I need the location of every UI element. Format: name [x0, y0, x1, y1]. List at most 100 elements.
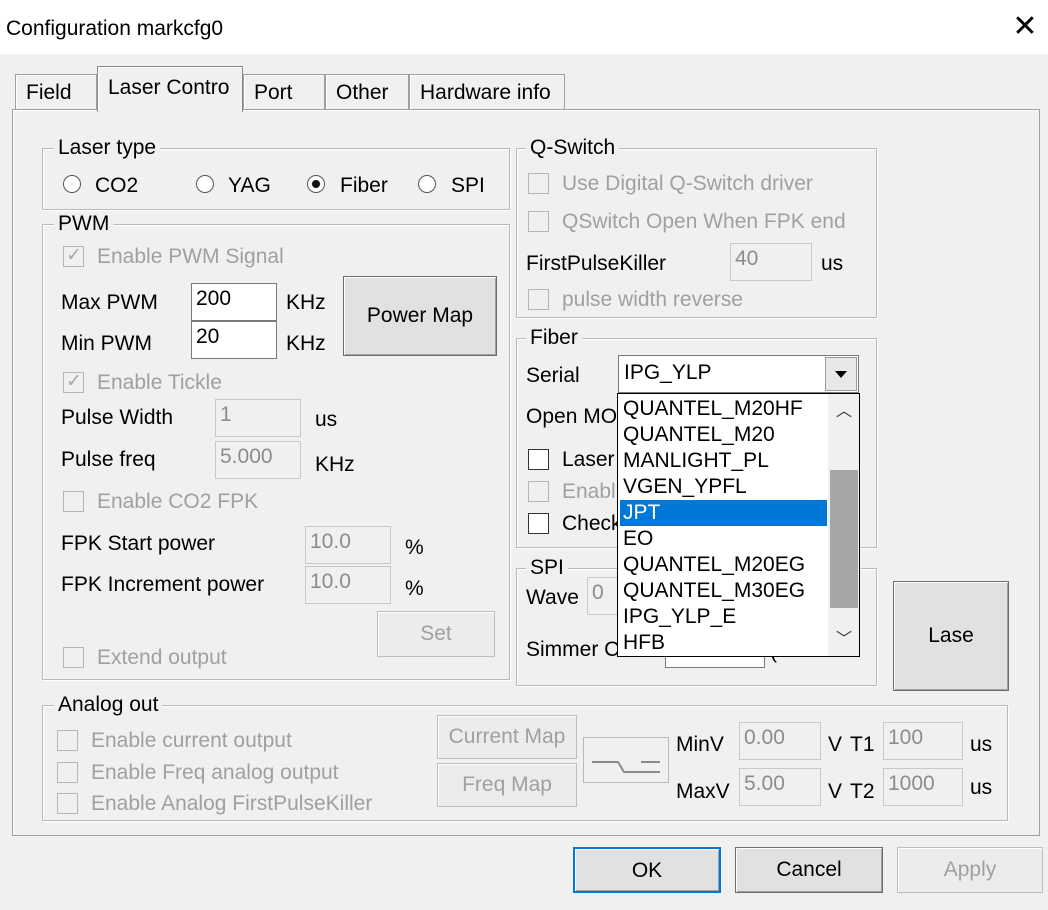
- radio-co2[interactable]: [63, 175, 81, 193]
- dropdown-option[interactable]: QUANTEL_M30EG: [620, 578, 827, 604]
- simmer-current-label: Simmer Cu: [526, 638, 632, 661]
- radio-yag[interactable]: [196, 175, 214, 193]
- dropdown-option[interactable]: QUANTEL_M20HF: [620, 396, 827, 422]
- pwm-title: PWM: [54, 212, 114, 236]
- serial-combobox[interactable]: IPG_YLP: [618, 355, 859, 393]
- enable-checkbox-label: Enabl: [562, 480, 616, 503]
- radio-spi[interactable]: [418, 175, 436, 193]
- close-icon[interactable]: ✕: [1005, 8, 1045, 48]
- dropdown-option[interactable]: EO: [620, 526, 827, 552]
- serial-label: Serial: [526, 364, 580, 387]
- tab-other[interactable]: Other: [325, 74, 409, 110]
- check-checkbox[interactable]: [528, 513, 549, 534]
- open-mo-label: Open MO: [526, 405, 618, 428]
- radio-yag-label: YAG: [228, 174, 271, 197]
- enable-current-output-label: Enable current output: [91, 729, 292, 752]
- dropdown-option[interactable]: VGEN_YPFL: [620, 474, 827, 500]
- enable-analog-fpk-checkbox[interactable]: [57, 793, 78, 814]
- fpk-start-power-input[interactable]: 10.0: [305, 526, 391, 564]
- scrollbar-thumb[interactable]: [830, 470, 858, 608]
- pulse-freq-unit: KHz: [315, 453, 355, 476]
- waveform-icon: [583, 737, 669, 783]
- radio-selected-dot: [312, 180, 320, 188]
- pulse-width-unit: us: [315, 408, 338, 431]
- qswitch-open-fpk-checkbox[interactable]: [528, 211, 549, 232]
- apply-button[interactable]: Apply: [897, 847, 1043, 893]
- serial-dropdown-list[interactable]: QUANTEL_M20HF QUANTEL_M20 MANLIGHT_PL VG…: [617, 393, 860, 657]
- first-pulse-killer-input[interactable]: 40: [730, 243, 812, 281]
- dropdown-option[interactable]: IPG_YLP_E: [620, 604, 827, 630]
- radio-fiber[interactable]: [307, 175, 325, 193]
- enable-current-output-checkbox[interactable]: [57, 730, 78, 751]
- radio-fiber-label: Fiber: [340, 174, 388, 197]
- chevron-down-icon[interactable]: ﹀: [828, 624, 859, 654]
- enable-co2-fpk-checkbox[interactable]: [63, 491, 84, 512]
- fpk-increment-power-input[interactable]: 10.0: [305, 566, 391, 604]
- wave-label: Wave: [526, 586, 579, 609]
- min-pwm-unit: KHz: [286, 332, 326, 355]
- extend-output-checkbox[interactable]: [63, 647, 84, 668]
- dropdown-option[interactable]: MANLIGHT_PL: [620, 448, 827, 474]
- tab-field[interactable]: Field: [15, 74, 97, 110]
- waveform-graphic: [592, 761, 660, 773]
- max-pwm-input[interactable]: 200: [191, 283, 277, 321]
- enable-tickle-checkbox[interactable]: ✓: [63, 370, 84, 393]
- config-dialog: Configuration markcfg0 ✕ Field Laser Con…: [0, 0, 1048, 910]
- set-button[interactable]: Set: [377, 611, 495, 657]
- check-checkbox-label: Check: [562, 512, 622, 535]
- dropdown-option[interactable]: QUANTEL_M20: [620, 422, 827, 448]
- chevron-down-icon: [835, 371, 847, 378]
- minv-input[interactable]: 0.00: [739, 722, 821, 760]
- radio-spi-label: SPI: [451, 174, 485, 197]
- dropdown-option[interactable]: QUANTEL_M20EG: [620, 552, 827, 578]
- extend-output-label: Extend output: [97, 646, 227, 669]
- dropdown-button[interactable]: [825, 357, 857, 391]
- freq-map-button[interactable]: Freq Map: [437, 763, 577, 807]
- enable-freq-analog-checkbox[interactable]: [57, 762, 78, 783]
- power-map-button[interactable]: Power Map: [343, 276, 497, 356]
- dropdown-scrollbar[interactable]: ︿ ﹀: [828, 394, 859, 656]
- radio-co2-label: CO2: [95, 174, 139, 197]
- maxv-unit: V: [828, 780, 843, 803]
- pulse-freq-label: Pulse freq: [61, 448, 156, 471]
- cancel-button[interactable]: Cancel: [735, 847, 883, 893]
- minv-unit: V: [828, 733, 843, 756]
- laser-checkbox-label: Laser: [562, 448, 615, 471]
- qswitch-title: Q-Switch: [526, 136, 620, 160]
- title-bar: Configuration markcfg0 ✕: [0, 0, 1048, 54]
- check-icon: ✓: [66, 244, 82, 266]
- enable-pwm-checkbox[interactable]: ✓: [63, 244, 84, 267]
- window-title: Configuration markcfg0: [6, 17, 224, 40]
- enable-freq-analog-label: Enable Freq analog output: [91, 761, 339, 784]
- pulse-width-input[interactable]: 1: [215, 399, 301, 437]
- t2-input[interactable]: 1000: [883, 768, 963, 806]
- tab-hardware-info[interactable]: Hardware info: [409, 74, 565, 110]
- digital-qswitch-checkbox[interactable]: [528, 173, 549, 194]
- t1-input[interactable]: 100: [883, 722, 963, 760]
- current-map-button[interactable]: Current Map: [437, 715, 577, 759]
- tab-laser-control[interactable]: Laser Contro: [97, 66, 243, 112]
- dropdown-option-selected[interactable]: JPT: [620, 500, 827, 526]
- enable-pwm-label: Enable PWM Signal: [97, 245, 284, 268]
- fiber-title: Fiber: [526, 326, 582, 350]
- chevron-up-icon[interactable]: ︿: [828, 396, 859, 426]
- enable-analog-fpk-label: Enable Analog FirstPulseKiller: [91, 792, 373, 815]
- first-pulse-killer-unit: us: [821, 252, 844, 275]
- maxv-input[interactable]: 5.00: [739, 768, 821, 806]
- digital-qswitch-label: Use Digital Q-Switch driver: [562, 172, 813, 195]
- laser-checkbox[interactable]: [528, 449, 549, 470]
- pulse-width-reverse-checkbox[interactable]: [528, 289, 549, 310]
- lase-button[interactable]: Lase: [893, 581, 1009, 691]
- t1-unit: us: [970, 733, 993, 756]
- tab-port[interactable]: Port: [243, 74, 325, 110]
- ok-button[interactable]: OK: [573, 847, 721, 893]
- enable-co2-fpk-label: Enable CO2 FPK: [97, 490, 259, 513]
- pulse-freq-input[interactable]: 5.000: [215, 441, 301, 479]
- enable-checkbox[interactable]: [528, 481, 549, 502]
- qswitch-open-fpk-label: QSwitch Open When FPK end: [562, 210, 846, 233]
- dropdown-option[interactable]: HFB: [620, 630, 827, 656]
- fpk-increment-power-unit: %: [405, 577, 424, 600]
- first-pulse-killer-label: FirstPulseKiller: [526, 252, 667, 275]
- min-pwm-input[interactable]: 20: [191, 321, 277, 359]
- fpk-increment-power-label: FPK Increment power: [61, 573, 265, 596]
